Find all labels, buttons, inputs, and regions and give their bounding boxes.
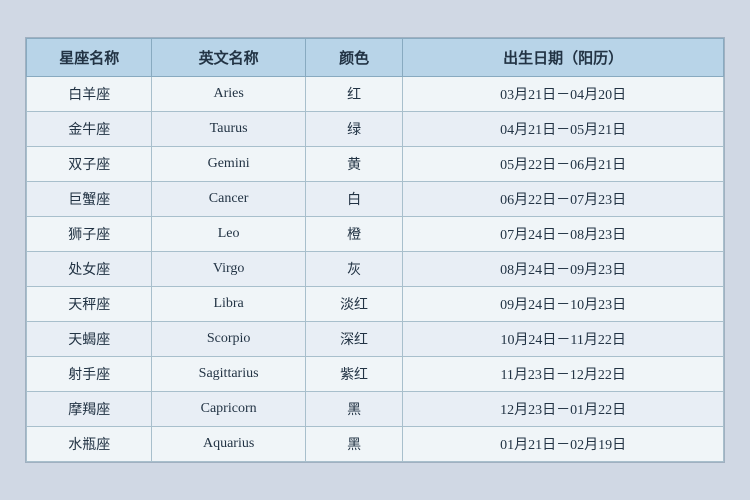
header-date: 出生日期（阳历） [403, 39, 724, 77]
zodiac-table: 星座名称 英文名称 颜色 出生日期（阳历） 白羊座Aries红03月21日－04… [26, 38, 724, 462]
cell-date: 03月21日－04月20日 [403, 77, 724, 112]
cell-date: 10月24日－11月22日 [403, 322, 724, 357]
cell-color: 黑 [305, 392, 403, 427]
cell-chinese: 天蝎座 [27, 322, 152, 357]
table-row: 双子座Gemini黄05月22日－06月21日 [27, 147, 724, 182]
header-color: 颜色 [305, 39, 403, 77]
header-chinese: 星座名称 [27, 39, 152, 77]
table-row: 天蝎座Scorpio深红10月24日－11月22日 [27, 322, 724, 357]
table-row: 白羊座Aries红03月21日－04月20日 [27, 77, 724, 112]
cell-color: 灰 [305, 252, 403, 287]
cell-english: Capricorn [152, 392, 305, 427]
table-row: 摩羯座Capricorn黑12月23日－01月22日 [27, 392, 724, 427]
cell-chinese: 金牛座 [27, 112, 152, 147]
cell-english: Scorpio [152, 322, 305, 357]
header-english: 英文名称 [152, 39, 305, 77]
cell-chinese: 狮子座 [27, 217, 152, 252]
cell-date: 04月21日－05月21日 [403, 112, 724, 147]
cell-english: Gemini [152, 147, 305, 182]
cell-date: 11月23日－12月22日 [403, 357, 724, 392]
cell-chinese: 水瓶座 [27, 427, 152, 462]
cell-english: Cancer [152, 182, 305, 217]
cell-english: Sagittarius [152, 357, 305, 392]
table-row: 射手座Sagittarius紫红11月23日－12月22日 [27, 357, 724, 392]
cell-color: 黑 [305, 427, 403, 462]
cell-date: 05月22日－06月21日 [403, 147, 724, 182]
cell-english: Taurus [152, 112, 305, 147]
cell-date: 07月24日－08月23日 [403, 217, 724, 252]
cell-date: 01月21日－02月19日 [403, 427, 724, 462]
cell-chinese: 双子座 [27, 147, 152, 182]
cell-color: 淡红 [305, 287, 403, 322]
cell-color: 绿 [305, 112, 403, 147]
table-row: 巨蟹座Cancer白06月22日－07月23日 [27, 182, 724, 217]
cell-date: 12月23日－01月22日 [403, 392, 724, 427]
cell-chinese: 巨蟹座 [27, 182, 152, 217]
cell-chinese: 摩羯座 [27, 392, 152, 427]
cell-color: 深红 [305, 322, 403, 357]
table-header-row: 星座名称 英文名称 颜色 出生日期（阳历） [27, 39, 724, 77]
table-row: 天秤座Libra淡红09月24日－10月23日 [27, 287, 724, 322]
cell-color: 橙 [305, 217, 403, 252]
cell-english: Leo [152, 217, 305, 252]
table-row: 狮子座Leo橙07月24日－08月23日 [27, 217, 724, 252]
zodiac-table-container: 星座名称 英文名称 颜色 出生日期（阳历） 白羊座Aries红03月21日－04… [25, 37, 725, 463]
cell-date: 08月24日－09月23日 [403, 252, 724, 287]
cell-color: 白 [305, 182, 403, 217]
cell-chinese: 处女座 [27, 252, 152, 287]
cell-date: 09月24日－10月23日 [403, 287, 724, 322]
cell-date: 06月22日－07月23日 [403, 182, 724, 217]
table-body: 白羊座Aries红03月21日－04月20日金牛座Taurus绿04月21日－0… [27, 77, 724, 462]
cell-english: Aquarius [152, 427, 305, 462]
cell-english: Virgo [152, 252, 305, 287]
cell-chinese: 天秤座 [27, 287, 152, 322]
cell-chinese: 白羊座 [27, 77, 152, 112]
cell-color: 紫红 [305, 357, 403, 392]
cell-color: 黄 [305, 147, 403, 182]
cell-english: Aries [152, 77, 305, 112]
cell-color: 红 [305, 77, 403, 112]
cell-chinese: 射手座 [27, 357, 152, 392]
table-row: 处女座Virgo灰08月24日－09月23日 [27, 252, 724, 287]
cell-english: Libra [152, 287, 305, 322]
table-row: 水瓶座Aquarius黑01月21日－02月19日 [27, 427, 724, 462]
table-row: 金牛座Taurus绿04月21日－05月21日 [27, 112, 724, 147]
